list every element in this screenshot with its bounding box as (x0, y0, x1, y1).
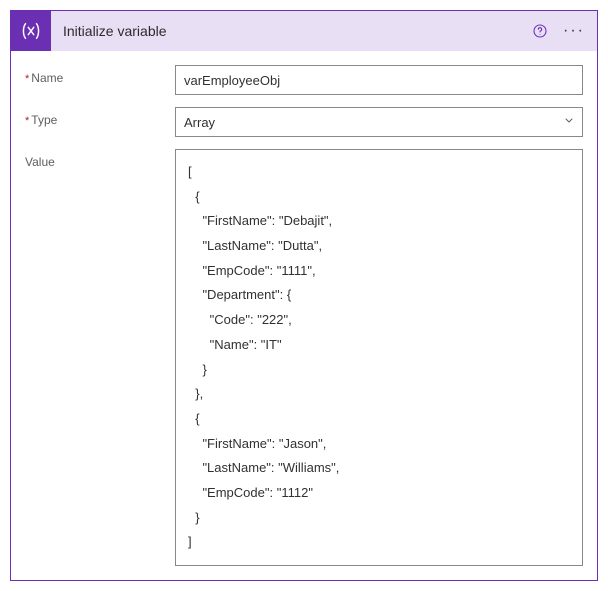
type-label: Type (25, 107, 175, 127)
card-header: Initialize variable ··· (11, 11, 597, 51)
value-label: Value (25, 149, 175, 169)
help-icon[interactable] (529, 20, 551, 42)
value-editor[interactable]: [ { "FirstName": "Debajit", "LastName": … (175, 149, 583, 566)
name-input[interactable] (175, 65, 583, 95)
more-menu-icon[interactable]: ··· (559, 22, 589, 40)
name-label: Name (25, 65, 175, 85)
row-value: Value [ { "FirstName": "Debajit", "LastN… (25, 149, 583, 566)
row-type: Type Array (25, 107, 583, 137)
initialize-variable-card: Initialize variable ··· Name Type Array (10, 10, 598, 581)
card-title: Initialize variable (51, 23, 529, 39)
type-select-value: Array (184, 115, 215, 130)
card-body: Name Type Array (11, 51, 597, 580)
type-select[interactable]: Array (175, 107, 583, 137)
variable-icon (11, 11, 51, 51)
row-name: Name (25, 65, 583, 95)
